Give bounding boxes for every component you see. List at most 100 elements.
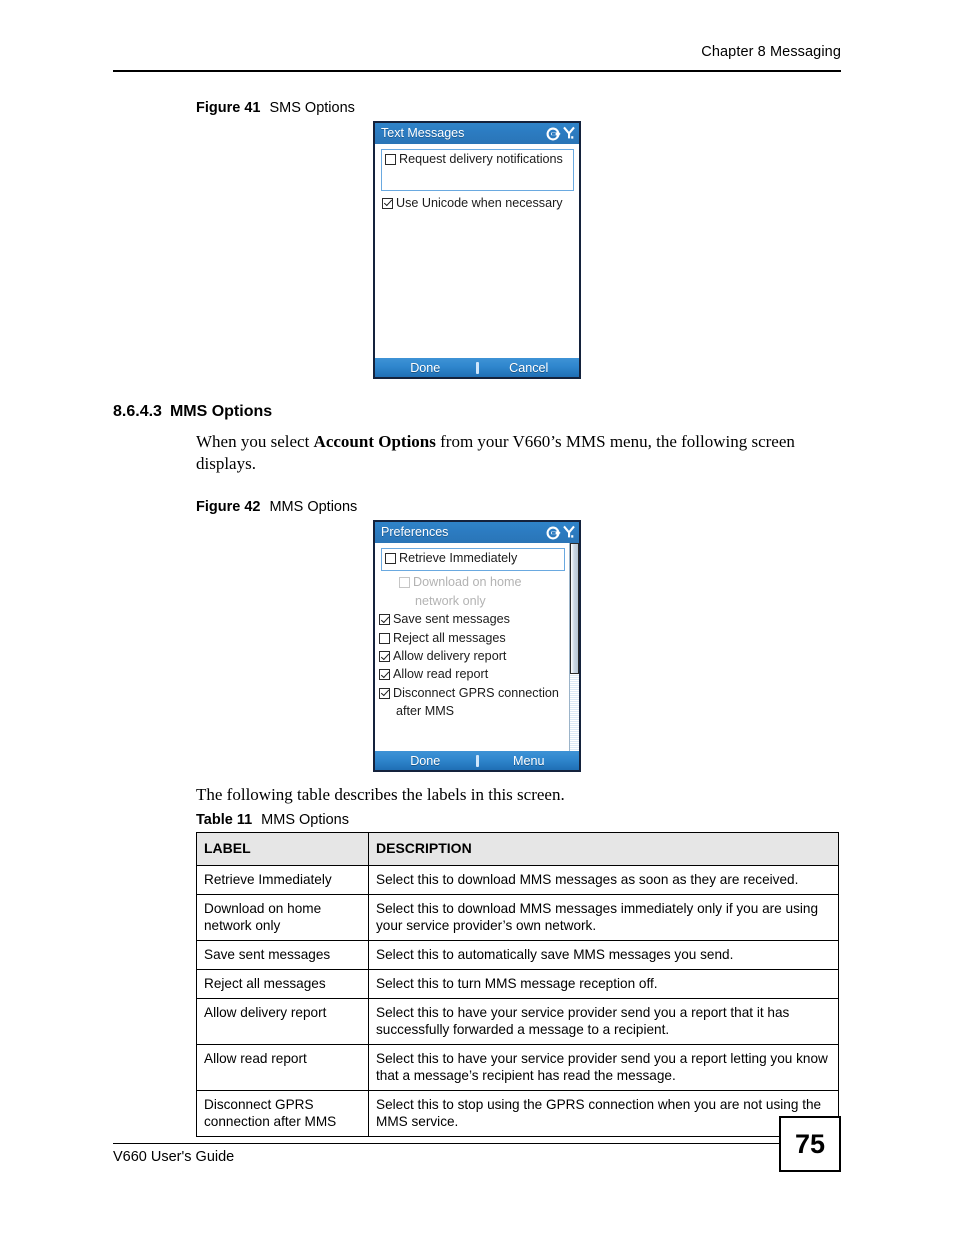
mms-options-device-screen: Preferences Retrieve Immediately Downloa… [373,520,581,772]
checkbox-disconnect-gprs[interactable] [379,687,390,699]
mms-options-list: Retrieve Immediately Download on home ne… [375,543,579,721]
table-row: Save sent messages Select this to automa… [196,940,839,970]
table-row: Download on home network only Select thi… [196,894,839,941]
figure-41-image: Text Messages Request delivery notificat… [113,121,841,379]
mms-option-allow-read-report[interactable]: Allow read report [379,666,567,684]
figure-42-image: Preferences Retrieve Immediately Downloa… [113,520,841,772]
figure-41-label: Figure 41 [196,100,261,116]
footer-guide-title: V660 User's Guide [113,1149,235,1165]
figure-42-title: MMS Options [269,499,358,515]
mms-softkey-done[interactable]: Done [375,754,476,768]
table-row: Disconnect GPRS connection after MMS Sel… [196,1090,839,1137]
signal-icon [563,525,575,540]
sms-titlebar: Text Messages [375,123,579,144]
sms-option-label-0: Request delivery notifications [399,152,563,166]
figure-42-caption: Figure 42 MMS Options [196,499,841,515]
mms-titlebar-icons [546,525,575,540]
sms-screen-body: Request delivery notifications Use Unico… [375,144,579,358]
cell-label: Disconnect GPRS connection after MMS [196,1090,369,1137]
table-11-label: Table 11 [196,812,253,828]
footer-divider [113,1143,841,1144]
mms-option-label-2: Save sent messages [393,612,510,627]
mms-option-label-1b: network only [415,593,486,608]
section-number: 8.6.4.3 [113,403,162,420]
chapter-header-text: Chapter 8 Messaging [701,44,841,60]
checkbox-reject-all-messages[interactable] [379,632,390,644]
mms-option-label-0: Retrieve Immediately [399,551,518,565]
checkbox-allow-read-report[interactable] [379,669,390,681]
mms-option-disconnect-gprs[interactable]: Disconnect GPRS connection [379,684,567,702]
table-header-row: LABEL DESCRIPTION [196,832,839,866]
cell-label: Retrieve Immediately [196,865,369,895]
table-11-title: MMS Options [261,812,349,828]
mms-option-allow-delivery-report[interactable]: Allow delivery report [379,648,567,666]
section-title: MMS Options [169,403,273,420]
checkbox-use-unicode[interactable] [382,197,393,209]
mms-option-retrieve-immediately[interactable]: Retrieve Immediately [381,548,565,571]
sms-options-list: Request delivery notifications Use Unico… [375,144,579,212]
mms-option-disconnect-gprs-line2: after MMS [379,703,567,721]
table-row: Reject all messages Select this to turn … [196,969,839,999]
page-number: 75 [794,1128,826,1159]
section-heading: 8.6.4.3 MMS Options [113,403,841,421]
checkbox-request-delivery-notifications[interactable] [385,154,396,165]
cell-label: Save sent messages [196,940,369,970]
mms-scrollbar[interactable] [569,543,579,751]
column-header-description: DESCRIPTION [368,832,839,866]
mms-option-reject-all-messages[interactable]: Reject all messages [379,629,567,647]
table-row: Allow read report Select this to have yo… [196,1044,839,1091]
mms-softkey-bar: Done Menu [375,751,579,770]
column-header-label: LABEL [196,832,369,866]
mms-scrollbar-thumb[interactable] [570,543,579,675]
mms-softkey-menu[interactable]: Menu [479,754,580,768]
sms-option-request-delivery-notifications[interactable]: Request delivery notifications [381,149,574,191]
sync-icon [546,127,562,141]
sms-titlebar-icons [546,126,575,141]
sms-softkey-bar: Done Cancel [375,358,579,377]
mms-titlebar: Preferences [375,522,579,543]
cell-label: Allow read report [196,1044,369,1091]
figure-42-label: Figure 42 [196,499,261,515]
cell-label: Download on home network only [196,894,369,941]
mms-option-download-on-home-network-line2: network only [379,592,567,610]
mms-option-save-sent-messages[interactable]: Save sent messages [379,611,567,629]
cell-description: Select this to turn MMS message receptio… [368,969,839,999]
cell-description: Select this to have your service provide… [368,998,839,1045]
signal-icon [563,126,575,141]
table-row: Retrieve Immediately Select this to down… [196,865,839,895]
mms-option-label-1: Download on home [413,575,522,590]
checkbox-download-on-home-network [399,577,410,589]
sms-option-label-1: Use Unicode when necessary [396,195,563,210]
table-intro-paragraph: The following table describes the labels… [196,785,565,804]
cell-description: Select this to automatically save MMS me… [368,940,839,970]
checkbox-allow-delivery-report[interactable] [379,651,390,663]
page-number-box: 75 [779,1116,841,1172]
sms-softkey-cancel[interactable]: Cancel [479,361,580,375]
mms-option-label-5: Allow read report [393,667,489,682]
header-divider [113,70,841,72]
checkbox-save-sent-messages[interactable] [379,614,390,626]
sms-option-use-unicode[interactable]: Use Unicode when necessary [379,194,576,212]
figure-41-title: SMS Options [269,100,355,116]
sms-options-device-screen: Text Messages Request delivery notificat… [373,121,581,379]
page-header: Chapter 8 Messaging [113,44,841,72]
paragraph-part-1: When you select [196,432,314,451]
cell-description: Select this to have your service provide… [368,1044,839,1091]
sms-titlebar-title: Text Messages [381,127,465,140]
mms-options-table: LABEL DESCRIPTION Retrieve Immediately S… [196,832,839,1137]
section-paragraph: When you select Account Options from you… [196,431,814,475]
mms-titlebar-title: Preferences [381,526,449,539]
cell-description: Select this to download MMS messages as … [368,865,839,895]
sync-icon [546,526,562,540]
table-row: Allow delivery report Select this to hav… [196,998,839,1045]
mms-option-label-3: Reject all messages [393,630,506,645]
paragraph-emphasis: Account Options [313,432,436,451]
mms-screen-body: Retrieve Immediately Download on home ne… [375,543,579,751]
sms-softkey-done[interactable]: Done [375,361,476,375]
page-footer: V660 User's Guide 75 [113,1116,841,1172]
figure-41-caption: Figure 41 SMS Options [196,100,841,116]
document-page: Chapter 8 Messaging Figure 41 SMS Options… [0,0,954,1235]
table-11-caption: Table 11 MMS Options [196,812,841,828]
checkbox-retrieve-immediately[interactable] [385,553,396,564]
cell-description: Select this to download MMS messages imm… [368,894,839,941]
